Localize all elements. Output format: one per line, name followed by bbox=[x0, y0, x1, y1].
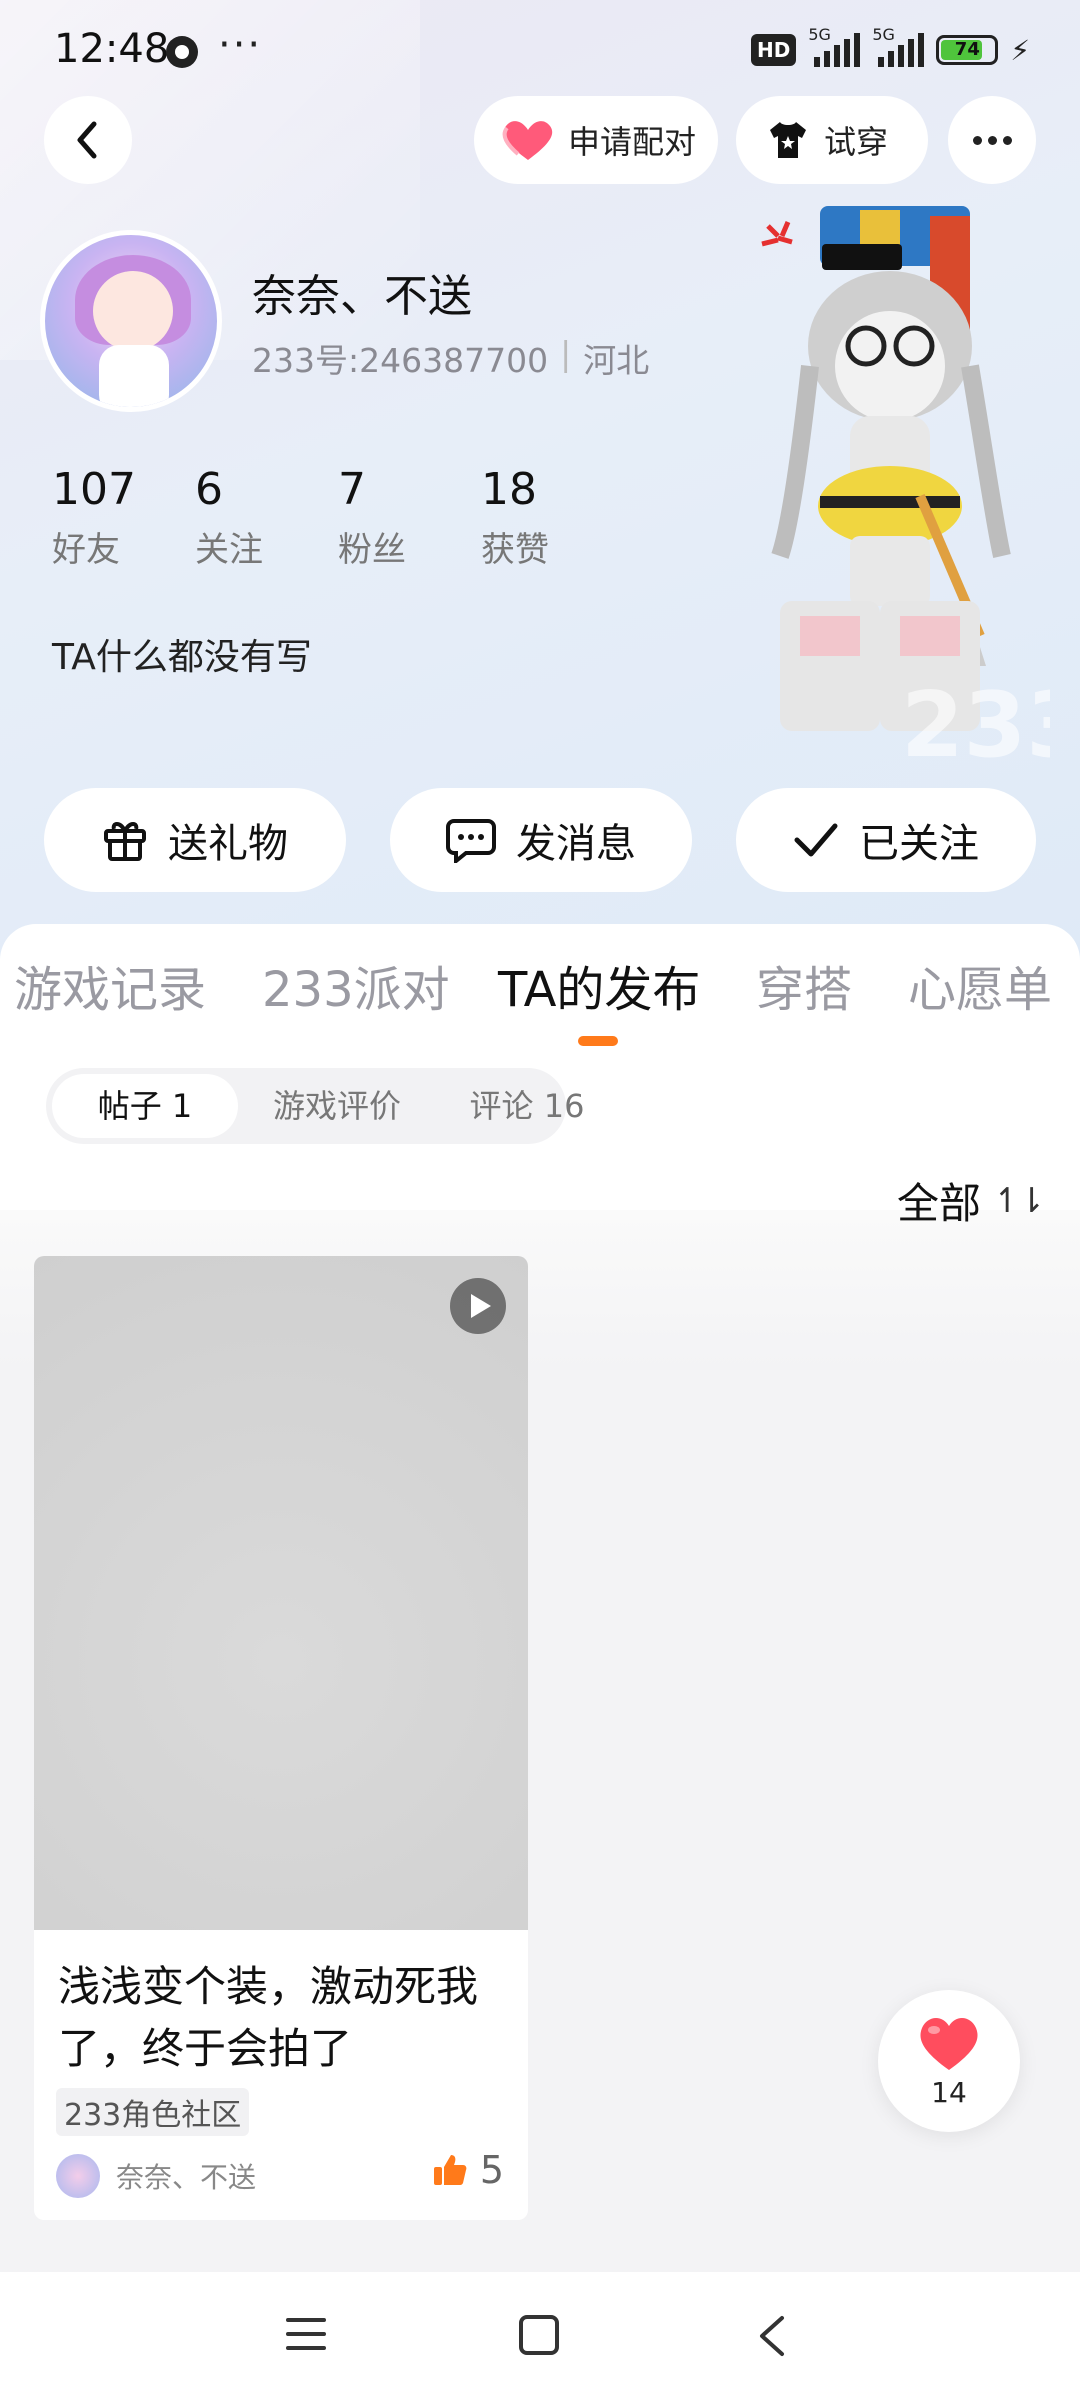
thumbs-up-icon bbox=[433, 2155, 467, 2185]
stat-following[interactable]: 6 关注 bbox=[195, 462, 338, 571]
user-name: 奈奈、不送 bbox=[252, 271, 472, 322]
gift-icon bbox=[104, 822, 146, 861]
post-card[interactable]: 浅浅变个装，激动死我了，终于会拍了 233角色社区 奈奈、不送 5 bbox=[34, 1256, 528, 2220]
send-message-label: 发消息 bbox=[516, 821, 636, 867]
check-icon bbox=[794, 823, 838, 857]
home-icon[interactable] bbox=[518, 2314, 560, 2356]
status-bar: 12:48 ··· HD 5G 5G 74 ⚡ bbox=[0, 0, 1080, 100]
menu-icon[interactable] bbox=[286, 2314, 326, 2354]
charging-icon: ⚡ bbox=[1010, 33, 1030, 67]
subtab-game-reviews[interactable]: 游戏评价 bbox=[242, 1074, 432, 1138]
profile-tabs: 游戏记录 233派对 TA的发布 穿搭 心愿单 bbox=[0, 950, 1080, 1030]
user-bio: TA什么都没有写 bbox=[52, 637, 312, 678]
hd-icon: HD bbox=[750, 34, 797, 66]
heart-icon bbox=[920, 2017, 978, 2070]
chat-icon bbox=[446, 819, 496, 863]
chevron-left-icon bbox=[77, 121, 97, 159]
battery-icon: 74 bbox=[936, 35, 999, 65]
stat-value: 7 bbox=[338, 464, 366, 515]
likes-count: 5 bbox=[479, 2148, 504, 2192]
tab-game-records[interactable]: 游戏记录 bbox=[14, 950, 206, 1020]
send-message-button[interactable]: 发消息 bbox=[390, 788, 692, 892]
stat-value: 6 bbox=[195, 464, 223, 515]
signal-icon: 5G bbox=[808, 25, 861, 67]
post-thumbnail[interactable] bbox=[34, 1256, 528, 1930]
followed-label: 已关注 bbox=[859, 821, 979, 867]
subtab-comments[interactable]: 评论 16 bbox=[432, 1074, 622, 1138]
user-avatar[interactable] bbox=[40, 230, 222, 412]
floating-like-button[interactable]: 14 bbox=[878, 1990, 1020, 2132]
system-nav-bar bbox=[0, 2272, 1080, 2400]
stat-label: 关注 bbox=[195, 530, 263, 570]
send-gift-label: 送礼物 bbox=[168, 821, 288, 867]
apply-pair-button[interactable]: 申请配对 bbox=[474, 96, 718, 184]
svg-text:233: 233 bbox=[901, 673, 1050, 766]
sort-label: 全部 bbox=[897, 1179, 982, 1228]
divider: | bbox=[560, 334, 572, 373]
active-tab-indicator bbox=[578, 1036, 618, 1046]
signal-icon-2: 5G bbox=[872, 25, 925, 67]
post-likes[interactable]: 5 bbox=[432, 2148, 504, 2192]
sort-icon: ↿⇂ bbox=[993, 1180, 1046, 1221]
status-more-indicator: ··· bbox=[218, 22, 263, 68]
back-nav-icon[interactable] bbox=[756, 2314, 788, 2358]
tab-outfits[interactable]: 穿搭 bbox=[756, 950, 852, 1020]
more-dots-icon bbox=[972, 135, 982, 145]
apply-pair-label: 申请配对 bbox=[568, 123, 697, 161]
floating-like-count: 14 bbox=[931, 2076, 967, 2109]
stat-value: 18 bbox=[481, 464, 537, 515]
followed-button[interactable]: 已关注 bbox=[736, 788, 1036, 892]
profile-stats: 107 好友 6 关注 7 粉丝 18 获赞 bbox=[52, 462, 624, 571]
more-options-button[interactable] bbox=[948, 96, 1036, 184]
author-avatar bbox=[56, 2154, 100, 2198]
back-button[interactable] bbox=[44, 96, 132, 184]
status-app-icon bbox=[166, 36, 198, 68]
post-community-tag[interactable]: 233角色社区 bbox=[56, 2088, 250, 2136]
heart-icon bbox=[502, 121, 553, 160]
user-location: 河北 bbox=[583, 341, 650, 380]
stat-label: 好友 bbox=[52, 530, 120, 570]
character-3d-avatar[interactable]: 233 bbox=[740, 196, 1050, 766]
send-gift-button[interactable]: 送礼物 bbox=[44, 788, 346, 892]
stat-likes[interactable]: 18 获赞 bbox=[481, 462, 624, 571]
user-id: 233号:246387700 bbox=[252, 341, 549, 380]
post-filter-tabs: 帖子 1 游戏评价 评论 16 bbox=[46, 1068, 584, 1144]
try-on-label: 试穿 bbox=[824, 123, 889, 161]
tab-233-party[interactable]: 233派对 bbox=[262, 950, 450, 1020]
tab-wishlist[interactable]: 心愿单 bbox=[908, 950, 1052, 1020]
play-icon bbox=[450, 1278, 506, 1334]
try-on-button[interactable]: 试穿 bbox=[736, 96, 928, 184]
stat-label: 粉丝 bbox=[338, 530, 406, 570]
tshirt-icon bbox=[770, 122, 806, 158]
subtab-posts[interactable]: 帖子 1 bbox=[52, 1074, 238, 1138]
stat-friends[interactable]: 107 好友 bbox=[52, 462, 195, 571]
angry-mark-icon bbox=[761, 221, 793, 247]
sort-dropdown[interactable]: 全部 ↿⇂ bbox=[897, 1170, 1046, 1231]
battery-level: 74 bbox=[954, 39, 980, 60]
post-title: 浅浅变个装，激动死我了，终于会拍了 bbox=[58, 1962, 479, 2073]
stat-label: 获赞 bbox=[481, 530, 549, 570]
post-author: 奈奈、不送 bbox=[116, 2161, 257, 2194]
stat-value: 107 bbox=[52, 464, 136, 515]
user-id-row: 233号:246387700 | 河北 bbox=[252, 334, 649, 382]
stat-fans[interactable]: 7 粉丝 bbox=[338, 462, 481, 571]
status-time: 12:48 bbox=[54, 26, 170, 72]
tab-ta-posts[interactable]: TA的发布 bbox=[498, 950, 700, 1020]
